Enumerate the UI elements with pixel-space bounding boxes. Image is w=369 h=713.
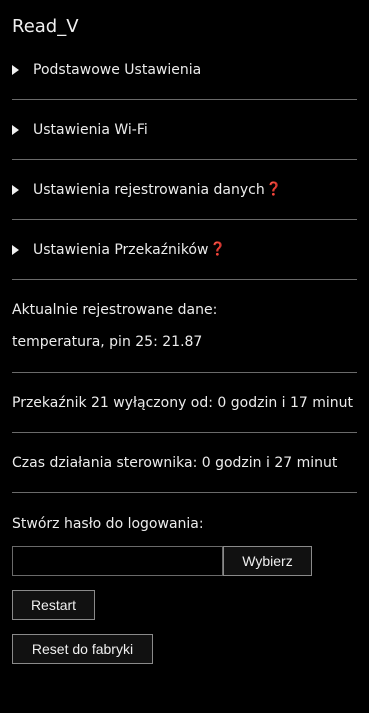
restart-button[interactable]: Restart bbox=[12, 590, 95, 620]
logging-heading: Aktualnie rejestrowane dane: bbox=[12, 302, 218, 318]
app-title: Read_V bbox=[12, 16, 79, 37]
expand-triangle-icon bbox=[12, 64, 19, 75]
expand-triangle-icon bbox=[12, 184, 19, 195]
password-heading: Stwórz hasło do logowania: bbox=[12, 516, 204, 532]
page-container: Read_V Podstawowe Ustawienia Ustawienia … bbox=[0, 14, 369, 664]
section-label: Ustawienia Wi-Fi bbox=[33, 121, 148, 138]
section-label: Podstawowe Ustawienia bbox=[33, 61, 202, 78]
relay-status: Przekaźnik 21 wyłączony od: 0 godzin i 1… bbox=[12, 373, 357, 433]
help-question-icon[interactable]: ❓ bbox=[266, 182, 282, 197]
section-wifi-settings[interactable]: Ustawienia Wi-Fi bbox=[12, 100, 357, 160]
section-basic-settings[interactable]: Podstawowe Ustawienia bbox=[12, 40, 357, 100]
uptime-text: Czas działania sterownika: 0 godzin i 27… bbox=[12, 454, 338, 471]
section-label: Ustawienia Przekaźników bbox=[33, 241, 209, 258]
expand-triangle-icon bbox=[12, 244, 19, 255]
section-relay-settings[interactable]: Ustawienia Przekaźników ❓ bbox=[12, 220, 357, 280]
logging-status: Aktualnie rejestrowane dane: temperatura… bbox=[12, 280, 357, 373]
relay-status-text: Przekaźnik 21 wyłączony od: 0 godzin i 1… bbox=[12, 394, 354, 411]
logging-value: temperatura, pin 25: 21.87 bbox=[12, 334, 203, 350]
help-question-icon[interactable]: ❓ bbox=[209, 242, 225, 257]
password-section: Stwórz hasło do logowania: Wybierz Resta… bbox=[12, 493, 357, 664]
section-label: Ustawienia rejestrowania danych bbox=[33, 181, 265, 198]
choose-button[interactable]: Wybierz bbox=[223, 546, 312, 576]
password-input[interactable] bbox=[12, 546, 223, 576]
expand-triangle-icon bbox=[12, 124, 19, 135]
factory-reset-button[interactable]: Reset do fabryki bbox=[12, 634, 153, 664]
password-row: Wybierz bbox=[12, 546, 357, 576]
uptime-status: Czas działania sterownika: 0 godzin i 27… bbox=[12, 433, 357, 493]
section-logging-settings[interactable]: Ustawienia rejestrowania danych ❓ bbox=[12, 160, 357, 220]
